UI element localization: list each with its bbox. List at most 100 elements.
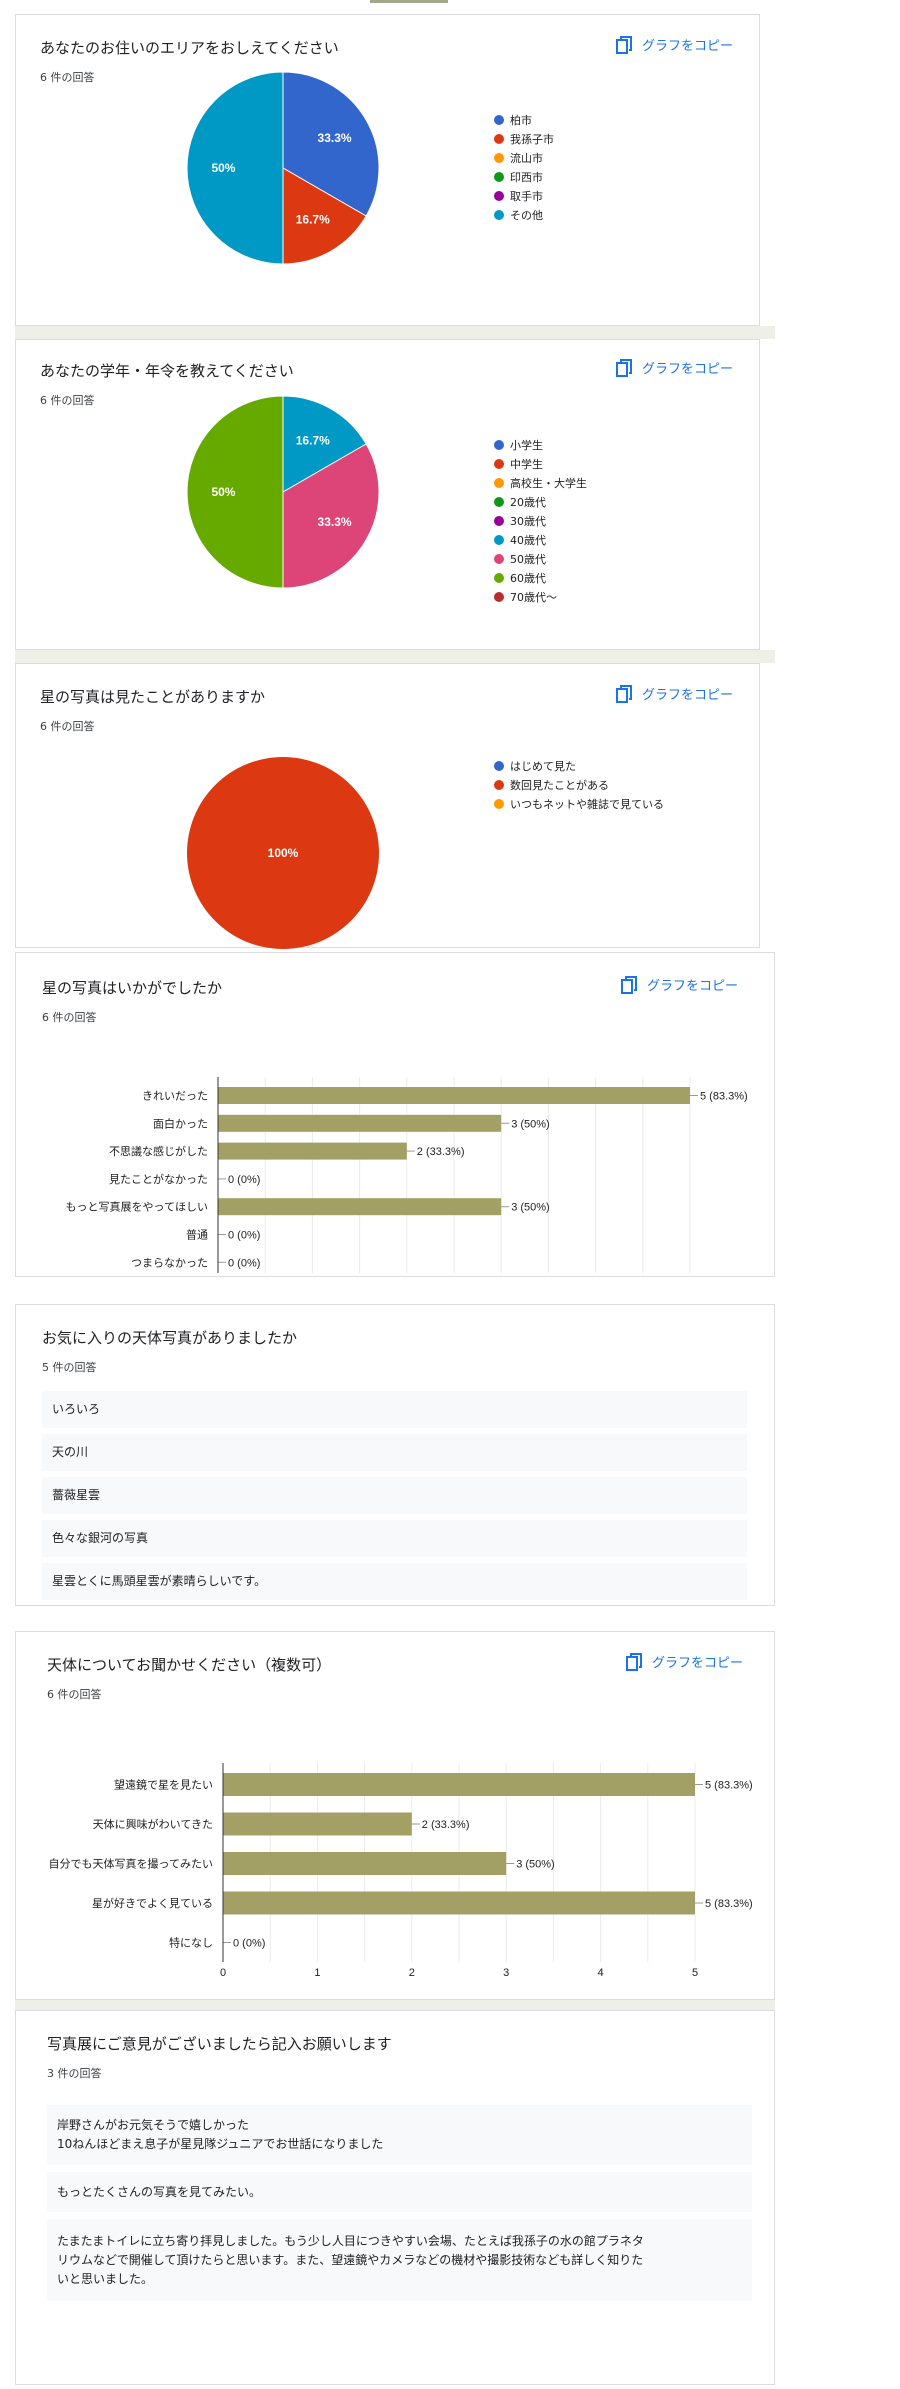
bar-chart-impression: 012345きれいだった5 (83.3%)面白かった3 (50%)不思議な感じが…: [66, 1077, 748, 1273]
legend-label: 小学生: [510, 438, 543, 452]
text-response: たまたまトイレに立ち寄り拝見しました。もう少し人目につきやすい会場、たとえば我孫…: [47, 2219, 752, 2301]
legend-swatch: [494, 798, 504, 809]
question-card-opinion: 写真展にご意見がございましたら記入お願いします 3 件の回答 岸野さんがお元気そ…: [15, 2010, 775, 2385]
question-title: お気に入りの天体写真がありましたか: [42, 1329, 298, 1347]
copy-chart-label: グラフをコピー: [642, 362, 734, 377]
copy-icon: [621, 975, 639, 994]
legend-swatch: [494, 779, 504, 790]
question-title: 星の写真は見たことがありますか: [40, 688, 266, 706]
legend-swatch: [494, 591, 504, 602]
legend-item: 柏市: [494, 110, 554, 129]
data-label: 0 (0%): [233, 1938, 265, 1950]
section-separator: [15, 2000, 775, 2010]
bar: [218, 1142, 407, 1160]
legend-item: 40歳代: [494, 530, 587, 549]
slice-label: 33.3%: [318, 515, 352, 529]
legend-swatch: [494, 553, 504, 564]
top-accent: [370, 0, 448, 3]
text-response: 天の川: [42, 1434, 747, 1471]
legend-label: 高校生・大学生: [510, 476, 587, 490]
section-separator: [15, 326, 775, 339]
data-label: 0 (0%): [228, 1174, 260, 1186]
slice-label: 16.7%: [296, 433, 330, 447]
legend-item: その他: [494, 205, 554, 224]
response-count: 6 件の回答: [40, 720, 95, 733]
copy-chart-button[interactable]: グラフをコピー: [626, 1652, 743, 1671]
category-label: 見たことがなかった: [109, 1172, 208, 1186]
question-card-favorite: お気に入りの天体写真がありましたか 5 件の回答 いろいろ 天の川 薔薇星雲 色…: [15, 1304, 775, 1606]
legend-label: 数回見たことがある: [510, 778, 609, 792]
question-title: 星の写真はいかがでしたか: [42, 979, 223, 997]
legend-swatch: [494, 477, 504, 488]
data-label: 2 (33.3%): [422, 1819, 470, 1831]
bar: [218, 1087, 690, 1104]
legend-label: 40歳代: [510, 533, 546, 547]
legend-item: 印西市: [494, 167, 554, 186]
bar: [223, 1852, 507, 1875]
x-tick-label: 1: [314, 1967, 320, 1979]
legend-swatch: [494, 152, 504, 163]
x-tick-label: 0: [220, 1967, 226, 1979]
legend-swatch: [494, 439, 504, 450]
legend-label: 30歳代: [510, 514, 546, 528]
legend-label: 我孫子市: [510, 132, 554, 146]
category-label: 望遠鏡で星を見たい: [114, 1778, 213, 1792]
text-response: 薔薇星雲: [42, 1477, 747, 1514]
category-label: 不思議な感じがした: [109, 1144, 208, 1158]
text-response: 岸野さんがお元気そうで嬉しかった 10ねんほどまえ息子が星見隊ジュニアでお世話に…: [47, 2105, 752, 2165]
bar-chart-astronomy: 0 1 2 3 4 5 望遠鏡で星を見たい 5 (83.3%) 天体に興味がわいてきた 2 (33…: [49, 1763, 753, 1979]
x-tick-label: 3: [503, 1967, 509, 1979]
bar: [223, 1891, 695, 1915]
text-response: いろいろ: [42, 1391, 747, 1428]
bar: [223, 1812, 412, 1836]
copy-icon: [626, 1652, 644, 1671]
question-card-astronomy: 天体についてお聞かせください（複数可） 6 件の回答 グラフをコピー 0 1 2 3 4…: [15, 1631, 775, 2000]
legend-label: 60歳代: [510, 571, 546, 585]
legend-item: 流山市: [494, 148, 554, 167]
question-card-seen: 星の写真は見たことがありますか 6 件の回答 グラフをコピー 100% はじめて…: [15, 663, 760, 949]
legend-swatch: [494, 458, 504, 469]
response-count: 6 件の回答: [42, 1011, 97, 1024]
copy-chart-button[interactable]: グラフをコピー: [616, 684, 733, 703]
legend-label: 20歳代: [510, 495, 546, 509]
legend-item: 高校生・大学生: [494, 473, 587, 492]
copy-chart-label: グラフをコピー: [652, 1656, 744, 1671]
section-separator: [15, 650, 775, 663]
data-label: 3 (50%): [511, 1118, 550, 1130]
category-label: つまらなかった: [131, 1256, 208, 1269]
question-card-age: あなたの学年・年令を教えてください 6 件の回答 グラフをコピー 16.7% 33…: [15, 339, 760, 650]
legend-item: いつもネットや雑誌で見ている: [494, 794, 664, 813]
legend-swatch: [494, 572, 504, 583]
copy-chart-button[interactable]: グラフをコピー: [621, 975, 738, 994]
response-count: 5 件の回答: [42, 1361, 97, 1374]
category-label: 星が好きでよく見ている: [92, 1896, 213, 1910]
data-label: 3 (50%): [511, 1202, 550, 1214]
legend-label: 取手市: [510, 189, 543, 203]
question-card-impression: 星の写真はいかがでしたか 6 件の回答 グラフをコピー 012345きれいだった…: [15, 952, 775, 1277]
legend-item: はじめて見た: [494, 756, 664, 775]
copy-chart-label: グラフをコピー: [642, 688, 734, 703]
data-label: 5 (83.3%): [700, 1091, 748, 1103]
legend-label: 流山市: [510, 151, 543, 165]
legend-swatch: [494, 171, 504, 182]
data-label: 0 (0%): [228, 1257, 260, 1269]
copy-icon: [616, 358, 634, 377]
legend-label: その他: [510, 208, 543, 222]
slice-label: 33.3%: [318, 131, 352, 145]
legend-label: 柏市: [510, 113, 532, 127]
legend-swatch: [494, 534, 504, 545]
legend-swatch: [494, 760, 504, 771]
legend-item: 取手市: [494, 186, 554, 205]
text-response: 星雲とくに馬頭星雲が素晴らしいです。: [42, 1563, 747, 1600]
copy-chart-button[interactable]: グラフをコピー: [616, 358, 733, 377]
legend-item: 30歳代: [494, 511, 587, 530]
category-label: きれいだった: [142, 1090, 208, 1103]
response-count: 6 件の回答: [40, 71, 95, 84]
legend-item: 中学生: [494, 454, 587, 473]
text-response: もっとたくさんの写真を見てみたい。: [47, 2172, 752, 2212]
legend-item: 小学生: [494, 435, 587, 454]
bar: [218, 1114, 502, 1132]
copy-chart-button[interactable]: グラフをコピー: [616, 35, 733, 54]
legend-swatch: [494, 190, 504, 201]
pie-chart-age: 16.7% 33.3% 50%: [186, 395, 380, 589]
